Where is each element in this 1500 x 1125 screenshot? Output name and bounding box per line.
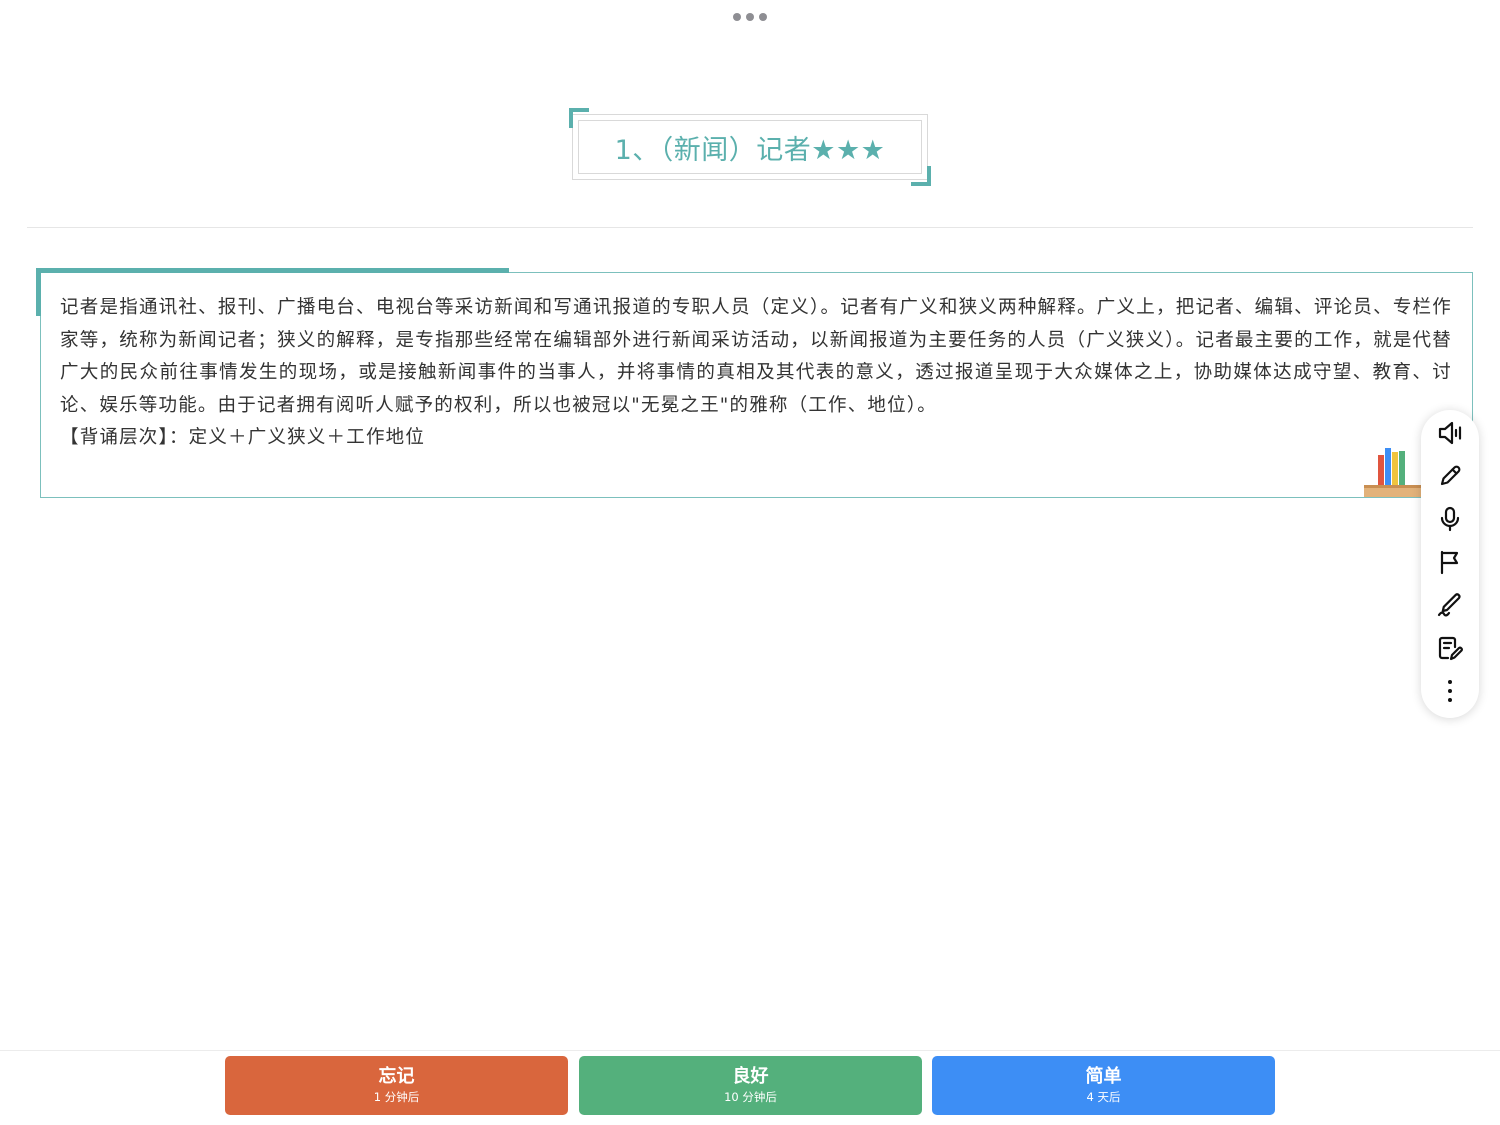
easy-button[interactable]: 简单 4 天后 [932,1056,1275,1115]
side-toolbar [1421,410,1479,718]
card-title: 1、（新闻）记者★★★ [614,134,886,166]
microphone-icon[interactable] [1436,505,1464,533]
forget-interval: 1 分钟后 [373,1090,420,1104]
easy-interval: 4 天后 [1086,1090,1121,1104]
pencil-icon[interactable] [1436,462,1464,490]
more-vertical-icon[interactable] [1436,677,1464,705]
forget-button[interactable]: 忘记 1 分钟后 [225,1056,568,1115]
more-options-dots[interactable] [733,11,767,23]
dot-icon [759,13,767,21]
title-inner-border: 1、（新闻）记者★★★ [578,120,922,174]
dot-icon [733,13,741,21]
good-interval: 10 分钟后 [724,1090,777,1104]
speaker-icon[interactable] [1436,419,1464,447]
good-label: 良好 [732,1066,769,1087]
bookshelf-icon [1364,448,1422,497]
dot-icon [746,13,754,21]
card-paragraph: 记者是指通讯社、报刊、广播电台、电视台等采访新闻和写通讯报道的专职人员（定义）。… [60,297,1452,416]
signature-icon[interactable] [1436,591,1464,619]
easy-label: 简单 [1085,1066,1122,1087]
card-content: 记者是指通讯社、报刊、广播电台、电视台等采访新闻和写通讯报道的专职人员（定义）。… [60,292,1452,455]
title-corner-bottom-right [911,166,931,186]
recite-level: 【背诵层次】：定义＋广义狭义＋工作地位 [60,427,426,448]
title-divider [27,227,1473,228]
content-accent-top [36,268,509,273]
forget-label: 忘记 [378,1066,415,1087]
content-accent-left [36,268,41,316]
note-edit-icon[interactable] [1436,634,1464,662]
title-corner-top-left [569,108,589,128]
good-button[interactable]: 良好 10 分钟后 [579,1056,922,1115]
card-title-frame: 1、（新闻）记者★★★ [569,108,931,186]
flag-icon[interactable] [1436,548,1464,576]
